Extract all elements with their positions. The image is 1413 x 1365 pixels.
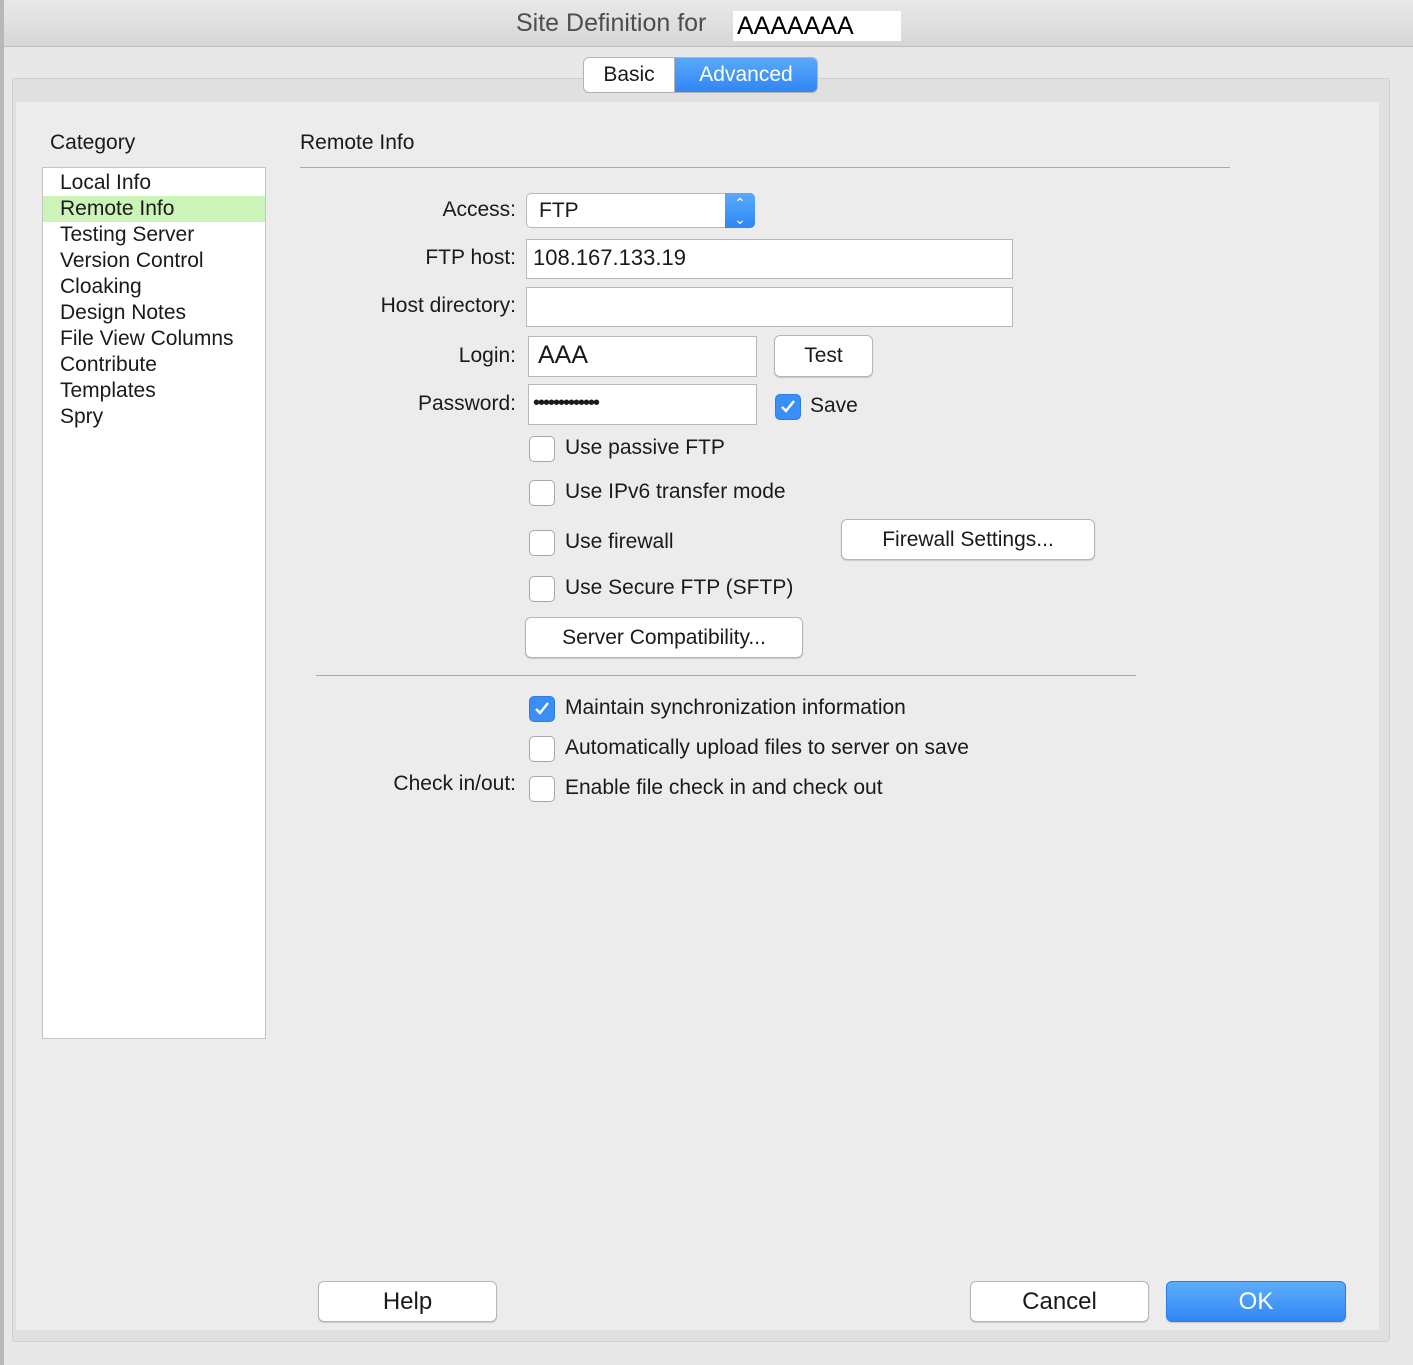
- checkmark-icon: [781, 400, 795, 413]
- category-item-design-notes[interactable]: Design Notes: [43, 300, 265, 326]
- category-item-templates[interactable]: Templates: [43, 378, 265, 404]
- checkinout-label: Check in/out:: [393, 772, 516, 795]
- access-select[interactable]: FTP ⌃ ⌄: [526, 193, 755, 228]
- server-compatibility-button[interactable]: Server Compatibility...: [525, 617, 803, 658]
- category-item-contribute[interactable]: Contribute: [43, 352, 265, 378]
- password-label: Password:: [417, 392, 516, 415]
- ftp-host-label: FTP host:: [425, 246, 516, 269]
- ok-button[interactable]: OK: [1166, 1281, 1346, 1322]
- password-field[interactable]: •••••••••••••: [528, 384, 757, 425]
- auto-upload-label: Automatically upload files to server on …: [565, 736, 969, 759]
- section-title: Remote Info: [300, 131, 415, 154]
- category-item-cloaking[interactable]: Cloaking: [43, 274, 265, 300]
- category-list: Local Info Remote Info Testing Server Ve…: [42, 167, 266, 1039]
- checkmark-icon: [535, 702, 549, 715]
- auto-upload-checkbox[interactable]: [529, 736, 555, 762]
- login-label: Login:: [458, 344, 516, 367]
- category-item-version-control[interactable]: Version Control: [43, 248, 265, 274]
- category-item-local-info[interactable]: Local Info: [43, 170, 265, 196]
- section-divider: [300, 167, 1230, 168]
- category-item-spry[interactable]: Spry: [43, 404, 265, 430]
- maintain-sync-checkbox[interactable]: [529, 696, 555, 722]
- host-directory-label: Host directory:: [380, 294, 516, 317]
- tab-advanced[interactable]: Advanced: [675, 58, 817, 92]
- login-field[interactable]: AAA: [528, 336, 757, 377]
- site-name: AAAAAAA: [733, 11, 901, 41]
- category-heading: Category: [50, 131, 136, 154]
- category-item-remote-info[interactable]: Remote Info: [43, 196, 265, 222]
- save-checkbox[interactable]: [775, 394, 801, 420]
- passive-ftp-label: Use passive FTP: [565, 436, 725, 459]
- section-divider-2: [316, 675, 1136, 676]
- tab-bar: Basic Advanced: [583, 57, 818, 93]
- tab-basic[interactable]: Basic: [584, 58, 675, 92]
- passive-ftp-checkbox[interactable]: [529, 436, 555, 462]
- ftp-host-field[interactable]: 108.167.133.19: [526, 239, 1013, 279]
- access-value: FTP: [539, 199, 579, 222]
- firewall-checkbox[interactable]: [529, 530, 555, 556]
- enable-checkout-checkbox[interactable]: [529, 776, 555, 802]
- firewall-label: Use firewall: [565, 530, 674, 553]
- maintain-sync-label: Maintain synchronization information: [565, 696, 906, 719]
- enable-checkout-label: Enable file check in and check out: [565, 776, 883, 799]
- help-button[interactable]: Help: [318, 1281, 497, 1322]
- cancel-button[interactable]: Cancel: [970, 1281, 1149, 1322]
- firewall-settings-button[interactable]: Firewall Settings...: [841, 519, 1095, 560]
- category-item-testing-server[interactable]: Testing Server: [43, 222, 265, 248]
- category-item-file-view-columns[interactable]: File View Columns: [43, 326, 265, 352]
- host-directory-field[interactable]: [526, 287, 1013, 327]
- access-label: Access:: [442, 198, 516, 221]
- save-label: Save: [810, 394, 858, 417]
- sftp-label: Use Secure FTP (SFTP): [565, 576, 794, 599]
- site-definition-dialog: Site Definition for AAAAAAA Basic Advanc…: [4, 0, 1413, 1365]
- title-bar: Site Definition for AAAAAAA: [4, 0, 1413, 47]
- ipv6-checkbox[interactable]: [529, 480, 555, 506]
- test-button[interactable]: Test: [774, 335, 873, 377]
- sftp-checkbox[interactable]: [529, 576, 555, 602]
- ipv6-label: Use IPv6 transfer mode: [565, 480, 786, 503]
- chevron-updown-icon: ⌃ ⌄: [725, 193, 755, 228]
- window-title: Site Definition for: [516, 9, 707, 37]
